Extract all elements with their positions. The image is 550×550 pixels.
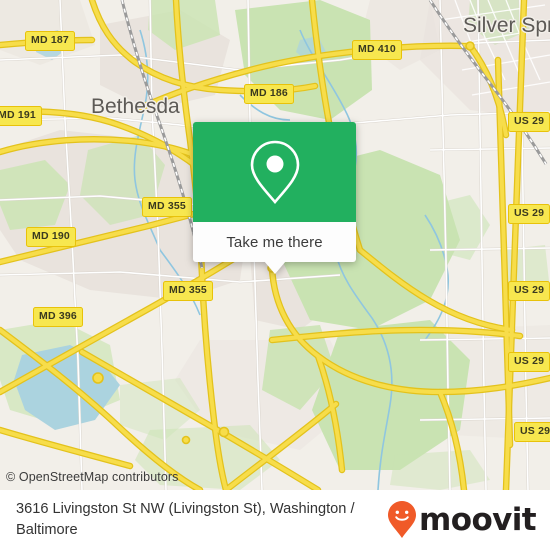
popup-header bbox=[193, 122, 356, 222]
moovit-smiley-pin-icon bbox=[388, 501, 417, 538]
road-shield-md-355-1: MD 355 bbox=[142, 197, 192, 217]
road-shield-md-187: MD 187 bbox=[25, 31, 75, 51]
road-shield-md-186: MD 186 bbox=[244, 84, 294, 104]
popup-body[interactable]: Take me there bbox=[193, 222, 356, 274]
map-pin-icon bbox=[250, 140, 299, 205]
popup-pointer bbox=[263, 261, 286, 274]
destination-popup[interactable]: Take me there bbox=[193, 122, 356, 274]
road-shield-md-410: MD 410 bbox=[352, 40, 402, 60]
moovit-wordmark: moovit bbox=[419, 502, 537, 538]
road-shield-md-396: MD 396 bbox=[33, 307, 83, 327]
location-title: 3616 Livingston St NW (Livingston St), W… bbox=[16, 501, 355, 538]
map-attribution: © OpenStreetMap contributors bbox=[6, 470, 179, 484]
take-me-there-button[interactable]: Take me there bbox=[226, 234, 322, 251]
footer-bar: 3616 Livingston St NW (Livingston St), W… bbox=[0, 490, 550, 550]
road-shield-us-29-5: US 29 bbox=[514, 422, 550, 442]
moovit-logo[interactable]: moovit bbox=[387, 500, 550, 540]
road-shield-md-190: MD 190 bbox=[26, 227, 76, 247]
place-label-silver-spring: Silver Spri bbox=[463, 14, 550, 37]
map-canvas[interactable]: Bethesda Silver Spri MD 187 MD 410 MD 18… bbox=[0, 0, 550, 490]
road-shield-md-355-2: MD 355 bbox=[163, 281, 213, 301]
road-shield-us-29-3: US 29 bbox=[508, 281, 550, 301]
road-shield-us-29-4: US 29 bbox=[508, 352, 550, 372]
road-shield-us-29-2: US 29 bbox=[508, 204, 550, 224]
road-shield-us-29-1: US 29 bbox=[508, 112, 550, 132]
road-shield-md-191: MD 191 bbox=[0, 106, 42, 126]
place-label-bethesda: Bethesda bbox=[91, 95, 180, 118]
map-screen: Bethesda Silver Spri MD 187 MD 410 MD 18… bbox=[0, 0, 550, 550]
